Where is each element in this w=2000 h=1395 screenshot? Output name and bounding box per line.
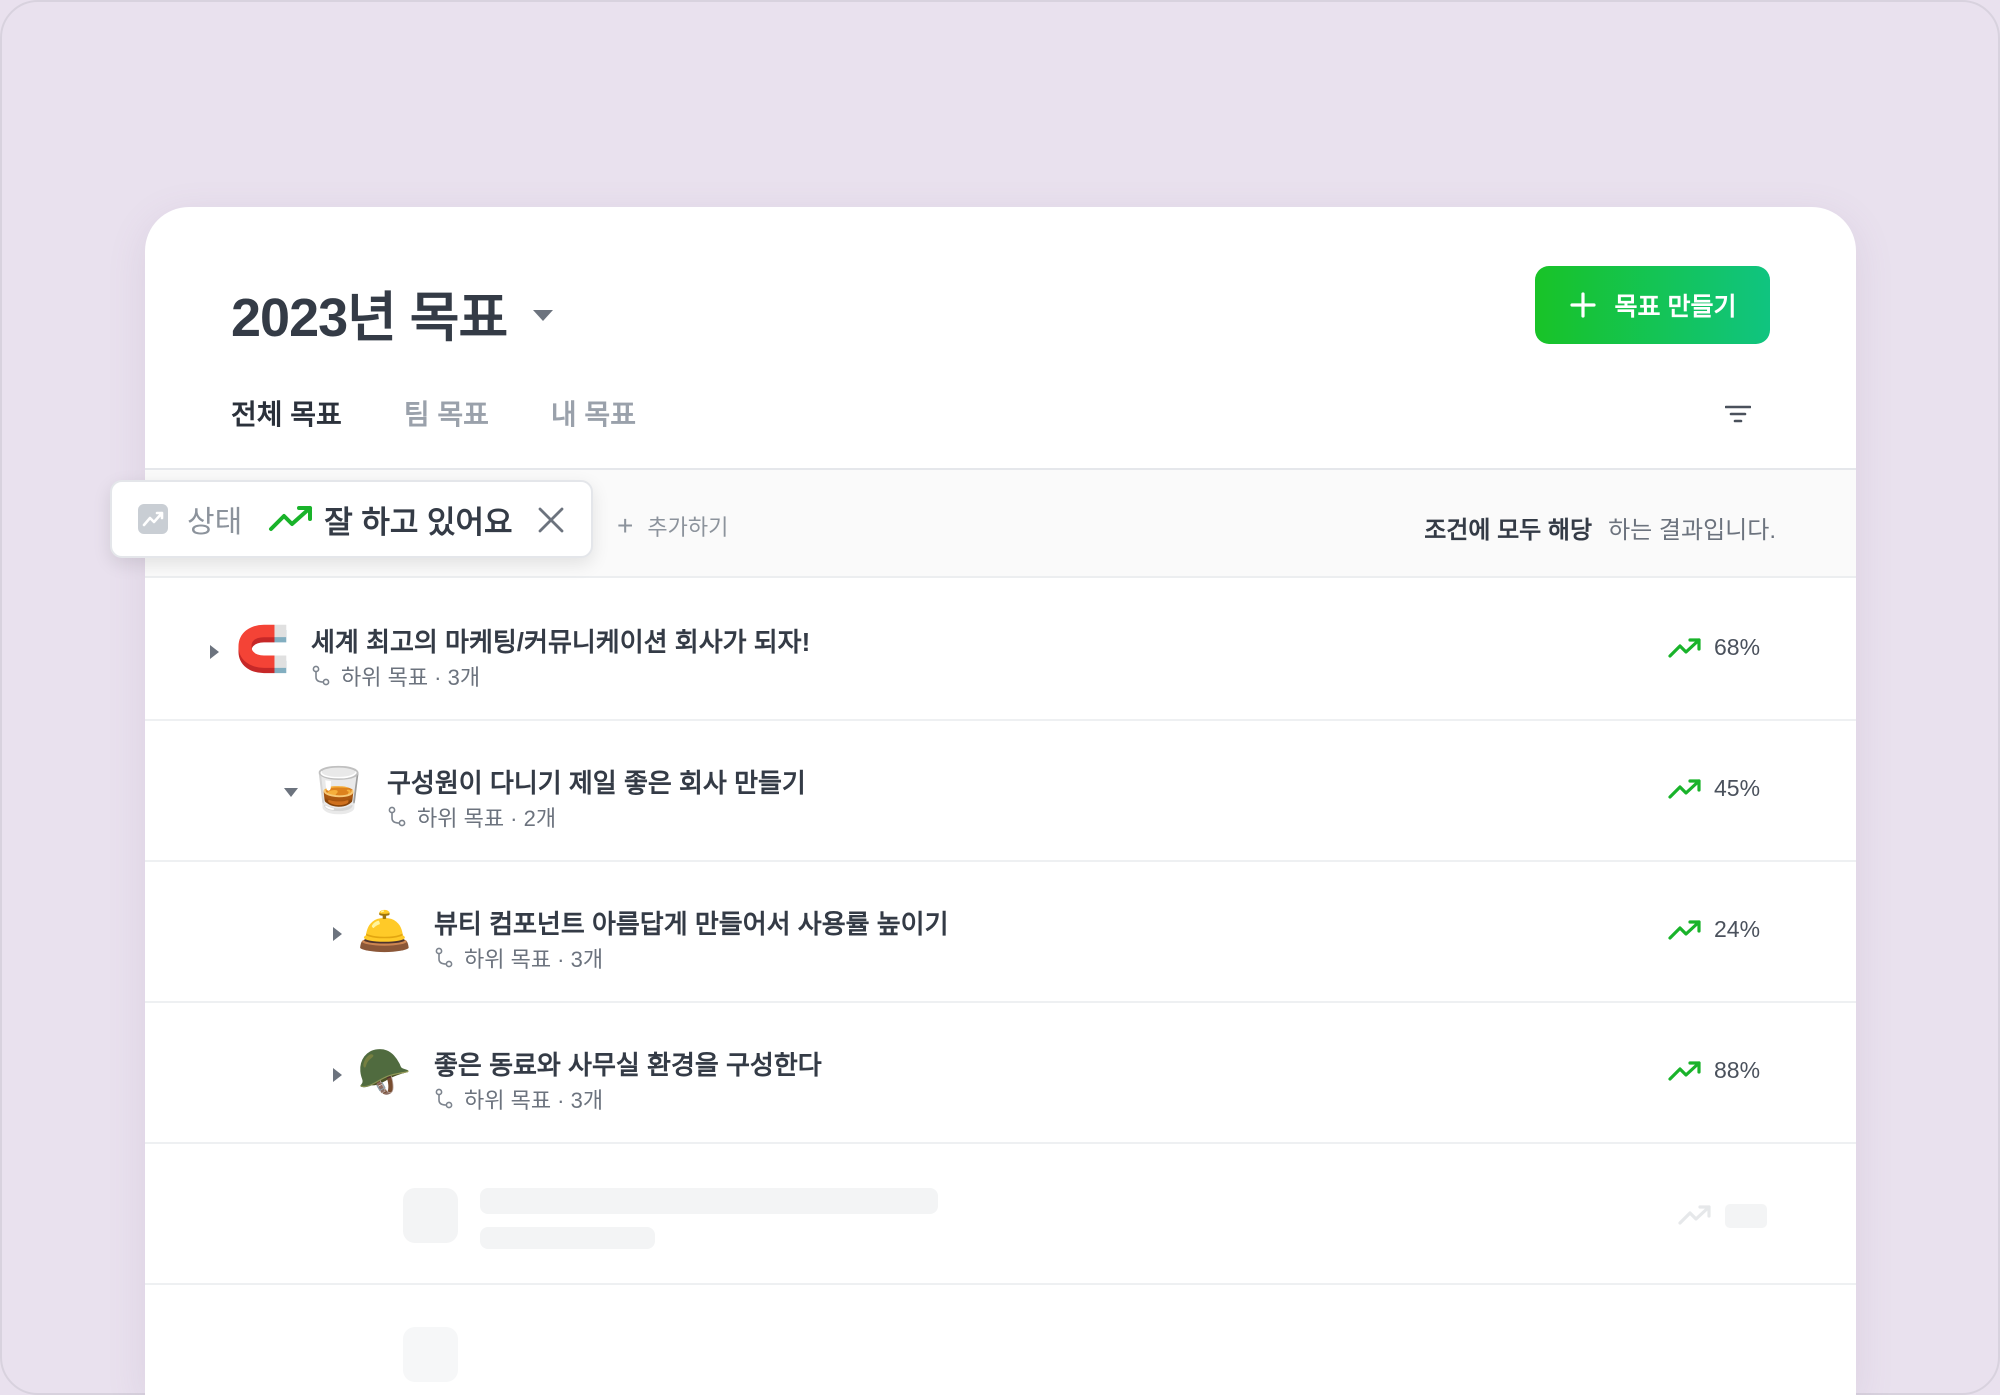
progress-value: 45% — [1714, 775, 1761, 801]
goal-progress: 68% — [1668, 634, 1760, 661]
add-filter-label: 추가하기 — [647, 515, 729, 540]
goal-title: 세계 최고의 마케팅/커뮤니케이션 회사가 되자! — [311, 627, 811, 657]
subgoal-count: 하위 목표 · 3개 — [464, 1088, 604, 1113]
goal-row[interactable]: 🛎️ 뷰티 컴포넌트 아름답게 만들어서 사용률 높이기 하위 목표 · 3개 … — [145, 862, 1856, 1003]
create-goal-label: 목표 만들기 — [1614, 293, 1737, 321]
goal-subgoals: 하위 목표 · 3개 — [434, 942, 603, 974]
goal-progress: 45% — [1668, 775, 1760, 802]
close-icon[interactable] — [537, 506, 565, 539]
tab-team-goals[interactable]: 팀 목표 — [404, 393, 489, 477]
skeleton-title — [480, 1188, 938, 1214]
status-filter-chip[interactable]: 상태 잘 하고 있어요 — [110, 480, 593, 558]
caret-right-icon[interactable] — [333, 927, 342, 941]
caret-right-icon[interactable] — [333, 1068, 342, 1082]
trend-up-icon — [1668, 919, 1701, 940]
filter-icon[interactable] — [1724, 403, 1752, 430]
goal-row[interactable]: 🥃 구성원이 다니기 제일 좋은 회사 만들기 하위 목표 · 2개 45% — [145, 721, 1856, 862]
trend-up-icon — [1668, 637, 1701, 658]
title-selector[interactable]: 2023년 목표 — [231, 273, 554, 352]
branch-icon — [388, 806, 406, 827]
progress-value: 24% — [1714, 916, 1761, 942]
add-filter-button[interactable]: + 추가하기 — [617, 510, 728, 542]
progress-value: 68% — [1714, 634, 1761, 660]
helmet-icon: 🪖 — [357, 1048, 412, 1097]
goal-title: 뷰티 컴포넌트 아름답게 만들어서 사용률 높이기 — [434, 909, 949, 939]
caret-down-icon[interactable] — [284, 788, 298, 797]
caret-right-icon[interactable] — [210, 645, 219, 659]
progress-value: 88% — [1714, 1057, 1761, 1083]
goal-progress: 88% — [1668, 1057, 1760, 1084]
subgoal-count: 하위 목표 · 3개 — [341, 665, 481, 690]
goal-row[interactable]: 🪖 좋은 동료와 사무실 환경을 구성한다 하위 목표 · 3개 88% — [145, 1003, 1856, 1144]
chart-icon — [138, 504, 168, 534]
skeleton-avatar — [403, 1188, 458, 1243]
tab-all-goals[interactable]: 전체 목표 — [231, 393, 342, 477]
loading-row — [145, 1144, 1856, 1285]
whiskey-glass-icon: 🥃 — [311, 766, 366, 815]
goal-subgoals: 하위 목표 · 2개 — [387, 801, 556, 833]
service-bell-icon: 🛎️ — [357, 907, 412, 956]
trend-up-icon — [1678, 1205, 1711, 1225]
tab-bar: 전체 목표 팀 목표 내 목표 — [231, 393, 698, 477]
result-bold-text: 조건에 모두 해당 — [1424, 517, 1593, 544]
skeleton-avatar — [403, 1327, 458, 1382]
skeleton-progress — [1725, 1204, 1767, 1228]
goal-subgoals: 하위 목표 · 3개 — [434, 1083, 603, 1115]
goals-panel: 2023년 목표 목표 만들기 전체 목표 팀 목표 내 목표 + 추가하기 조… — [145, 207, 1856, 1395]
trend-up-icon — [1668, 778, 1701, 799]
result-rest-text: 하는 결과입니다. — [1608, 517, 1776, 544]
subgoal-count: 하위 목표 · 3개 — [464, 947, 604, 972]
goal-row[interactable]: 🧲 세계 최고의 마케팅/커뮤니케이션 회사가 되자! 하위 목표 · 3개 6… — [145, 580, 1856, 721]
goal-title: 좋은 동료와 사무실 환경을 구성한다 — [434, 1050, 822, 1080]
branch-icon — [312, 665, 330, 686]
branch-icon — [435, 947, 453, 968]
goal-subgoals: 하위 목표 · 3개 — [311, 660, 480, 692]
chip-value: 잘 하고 있어요 — [324, 504, 513, 540]
chevron-down-icon[interactable] — [533, 310, 554, 321]
goal-progress: 24% — [1668, 916, 1760, 943]
branch-icon — [435, 1088, 453, 1109]
chip-label: 상태 — [187, 506, 243, 539]
skeleton-subtitle — [480, 1227, 655, 1249]
subgoal-count: 하위 목표 · 2개 — [417, 806, 557, 831]
magnet-icon: 🧲 — [235, 625, 290, 674]
goal-title: 구성원이 다니기 제일 좋은 회사 만들기 — [387, 768, 806, 798]
trend-up-icon — [1668, 1060, 1701, 1081]
tab-my-goals[interactable]: 내 목표 — [551, 393, 636, 477]
plus-icon: + — [617, 510, 634, 541]
page-title: 2023년 목표 — [231, 288, 508, 348]
create-goal-button[interactable]: 목표 만들기 — [1535, 266, 1770, 344]
trend-up-icon — [269, 506, 313, 531]
plus-icon — [1569, 292, 1596, 318]
filter-result-text: 조건에 모두 해당 하는 결과입니다. — [1424, 510, 1776, 545]
